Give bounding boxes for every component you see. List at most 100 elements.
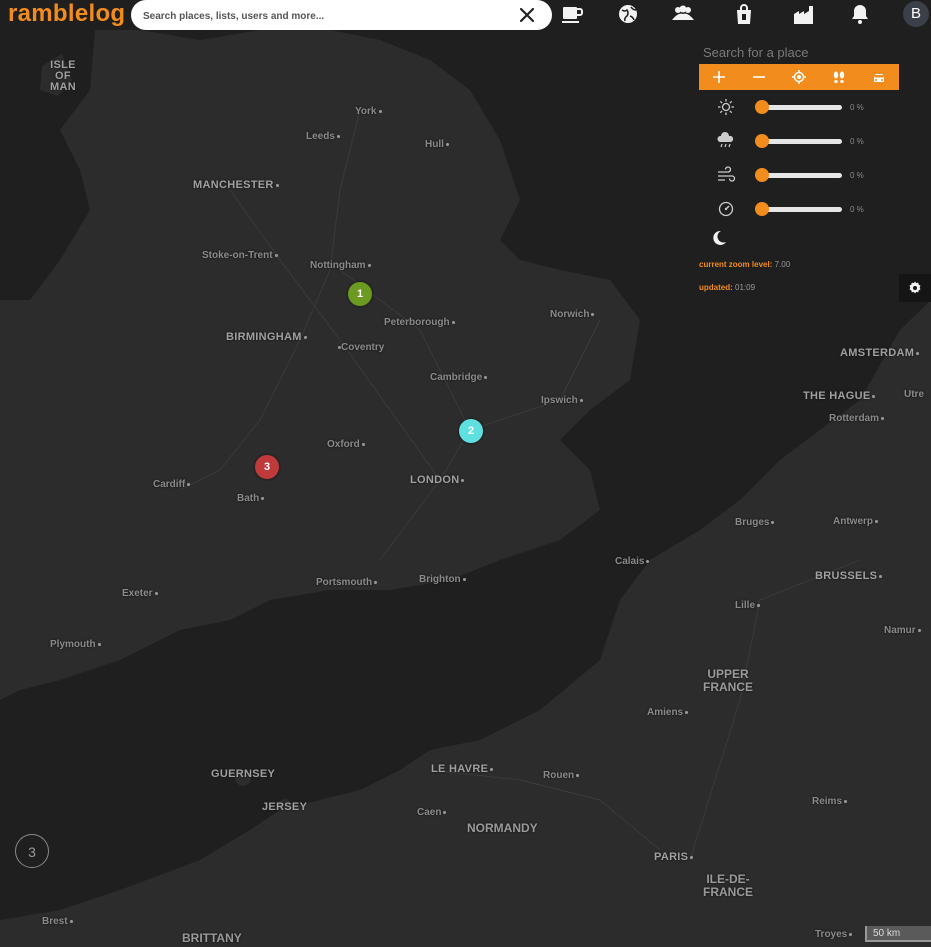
wind-slider-row: 0 % — [712, 165, 902, 185]
wind-slider-value: 0 % — [850, 171, 864, 180]
zoom-out-icon — [753, 76, 765, 78]
sun-slider[interactable] — [755, 100, 842, 114]
map-label-amsterdam: AMSTERDAM — [840, 347, 920, 359]
map-label-caen: Caen — [417, 807, 447, 818]
map-label-bath: Bath — [237, 493, 265, 504]
updated-label: updated: — [699, 283, 733, 292]
locate-icon — [792, 70, 806, 84]
wind-slider[interactable] — [755, 168, 842, 182]
global-search-box — [131, 0, 552, 30]
map-label-ipswich: Ipswich — [541, 395, 583, 406]
map-control-bar — [699, 64, 899, 90]
map-label-plymouth: Plymouth — [50, 639, 101, 650]
map-label-york: York — [355, 106, 382, 117]
map-label-norwich: Norwich — [550, 309, 595, 320]
map-label-portsmouth: Portsmouth — [316, 577, 378, 588]
map-label-jersey: JERSEY — [262, 801, 308, 813]
walking-mode-button[interactable] — [819, 64, 859, 90]
group-icon[interactable] — [671, 3, 695, 25]
map-label-peterborough: Peterborough — [384, 317, 455, 328]
rain-cloud-icon — [717, 132, 734, 148]
zoom-level-info: current zoom level: 7.00 — [699, 260, 790, 269]
map-label-amiens: Amiens — [647, 707, 689, 718]
driving-mode-button[interactable] — [859, 64, 899, 90]
map-label-the-hague: THE HAGUE — [803, 390, 876, 402]
map-label-cambridge: Cambridge — [430, 372, 488, 383]
zoom-out-button[interactable] — [739, 64, 779, 90]
rain-slider-row: 0 % — [712, 131, 902, 151]
map-label-hull: Hull — [425, 139, 449, 150]
map-label-leeds: Leeds — [306, 131, 340, 142]
rain-slider-thumb[interactable] — [755, 134, 769, 148]
pressure-slider-thumb[interactable] — [755, 202, 769, 216]
zoom-in-icon — [713, 71, 725, 83]
map-label-birmingham: BIRMINGHAM — [226, 331, 307, 343]
globe-icon[interactable] — [616, 3, 640, 25]
rain-slider[interactable] — [755, 134, 842, 148]
map-label-reims: Reims — [812, 796, 848, 807]
map-label-ile-de-france: ILE-DE- FRANCE — [703, 872, 753, 900]
settings-button[interactable] — [899, 274, 931, 302]
gauge-icon — [718, 201, 734, 217]
updated-info: updated: 01:09 — [699, 283, 755, 292]
sun-icon — [718, 99, 734, 115]
map-label-rotterdam: Rotterdam — [829, 413, 885, 424]
rain-slider-value: 0 % — [850, 137, 864, 146]
footsteps-icon — [833, 71, 845, 83]
map-label-london: LONDON — [410, 474, 465, 486]
pressure-slider[interactable] — [755, 202, 842, 216]
shopping-bag-icon[interactable] — [732, 3, 756, 25]
moon-icon[interactable] — [710, 229, 728, 247]
sun-slider-value: 0 % — [850, 103, 864, 112]
map-marker-2[interactable]: 2 — [459, 419, 483, 443]
map-label-upper-france: UPPER FRANCE — [703, 667, 753, 695]
map-label-guernsey: GUERNSEY — [211, 768, 276, 780]
gear-icon — [909, 281, 921, 294]
pressure-slider-row: 0 % — [712, 199, 902, 219]
zoom-in-button[interactable] — [699, 64, 739, 90]
map-label-lille: Lille — [735, 600, 761, 611]
wind-icon — [718, 166, 736, 182]
updated-value: 01:09 — [735, 283, 756, 292]
pressure-slider-value: 0 % — [850, 205, 864, 214]
top-bar: ramblelog B — [0, 0, 931, 30]
map-label-cardiff: Cardiff — [153, 479, 191, 490]
map-label-utrecht: Utre — [904, 389, 925, 400]
map-label-oxford: Oxford — [327, 439, 365, 450]
factory-icon[interactable] — [792, 3, 816, 25]
map-label-brussels: BRUSSELS — [815, 570, 883, 582]
car-icon — [874, 74, 884, 82]
map-label-nottingham: Nottingham — [310, 260, 371, 271]
sun-slider-row: 0 % — [712, 97, 902, 117]
map-label-brest: Brest — [42, 916, 73, 927]
map-marker-1[interactable]: 1 — [348, 282, 372, 306]
zoom-level-value: 7.00 — [774, 260, 791, 269]
map-label-brittany: BRITTANY — [182, 931, 242, 945]
close-icon[interactable] — [518, 6, 536, 24]
map-scale: 50 km — [865, 926, 931, 942]
map-label-isle-of-man: ISLE OF MAN — [50, 59, 76, 93]
locate-button[interactable] — [779, 64, 819, 90]
coffee-cup-icon[interactable] — [560, 3, 584, 25]
map-label-bruges: Bruges — [735, 517, 775, 528]
map-label-troyes: Troyes — [815, 929, 853, 940]
marker-cluster-count[interactable]: 3 — [15, 834, 49, 868]
map-label-namur: Namur — [884, 625, 921, 636]
map-label-normandy: NORMANDY — [467, 821, 538, 835]
global-search-input[interactable] — [141, 6, 515, 26]
app-logo[interactable]: ramblelog — [8, 0, 125, 28]
map-label-calais: Calais — [615, 556, 650, 567]
sun-slider-thumb[interactable] — [755, 100, 769, 114]
map-label-brighton: Brighton — [419, 574, 466, 585]
bell-icon[interactable] — [848, 3, 872, 25]
map-marker-3[interactable]: 3 — [255, 455, 279, 479]
map-label-paris: PARIS — [654, 851, 694, 863]
map-label-exeter: Exeter — [122, 588, 158, 599]
wind-slider-thumb[interactable] — [755, 168, 769, 182]
map-label-coventry: Coventry — [336, 342, 384, 353]
map-label-manchester: MANCHESTER — [193, 179, 279, 191]
avatar[interactable]: B — [903, 1, 929, 27]
place-search-input[interactable] — [699, 42, 899, 62]
map-label-stoke: Stoke-on-Trent — [202, 250, 278, 261]
zoom-level-label: current zoom level: — [699, 260, 773, 269]
